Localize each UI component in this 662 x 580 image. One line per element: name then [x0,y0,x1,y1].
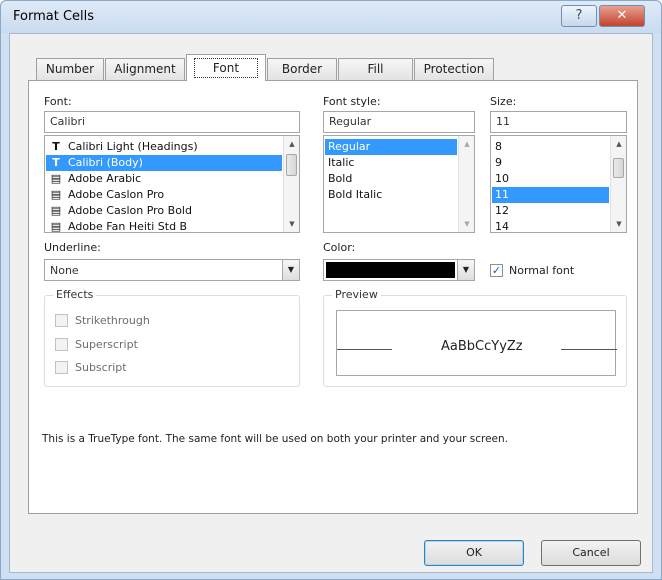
list-item[interactable]: 8 [492,139,609,155]
size-list[interactable]: 8 9 10 11 12 14 ▲ ▼ [490,135,627,233]
font-style-label: Font style: [323,95,381,108]
underline-label: Underline: [44,241,101,254]
scroll-up-icon[interactable]: ▲ [284,136,299,152]
tab-font[interactable]: Font [186,54,266,81]
scroll-up-icon[interactable]: ▲ [611,136,626,152]
color-picker[interactable]: ▼ [323,259,475,281]
chevron-down-icon[interactable]: ▼ [282,260,299,280]
scroll-down-icon[interactable]: ▼ [284,216,299,232]
help-button[interactable]: ? [561,5,597,27]
list-item[interactable]: Regular [325,139,457,155]
effects-title: Effects [53,288,97,301]
list-item[interactable]: 14 [492,219,609,232]
size-label: Size: [490,95,517,108]
list-item[interactable]: Bold [325,171,457,187]
color-swatch [326,262,455,278]
printer-font-icon: ▤ [50,188,62,201]
list-item[interactable]: 9 [492,155,609,171]
truetype-icon: T [52,140,60,153]
scroll-down-icon[interactable]: ▼ [459,216,474,232]
printer-font-icon: ▤ [50,172,62,185]
tab-border[interactable]: Border [267,58,337,80]
normal-font-checkbox[interactable]: ✓ [490,264,503,277]
printer-font-icon: ▤ [50,204,62,217]
printer-font-icon: ▤ [50,220,62,233]
close-icon: ✕ [616,8,628,23]
superscript-checkbox[interactable] [55,338,68,351]
chevron-down-icon[interactable]: ▼ [457,260,474,280]
tab-number[interactable]: Number [36,58,104,80]
font-style-scrollbar[interactable]: ▲ ▼ [458,136,474,232]
tab-alignment[interactable]: Alignment [105,58,185,80]
preview-baseline-left [337,349,392,350]
preview-group: Preview AaBbCcYyZz [323,288,627,387]
subscript-label: Subscript [75,361,127,374]
size-list-scrollbar[interactable]: ▲ ▼ [610,136,626,232]
close-button[interactable]: ✕ [599,5,645,27]
font-list-scrollbar[interactable]: ▲ ▼ [283,136,299,232]
strikethrough-checkbox[interactable] [55,314,68,327]
title-bar[interactable]: Format Cells ? ✕ [1,1,661,33]
help-icon: ? [575,8,583,23]
font-tab-panel: Font: Calibri T Calibri Light (Headings) … [28,80,638,514]
preview-box: AaBbCcYyZz [336,310,617,376]
preview-baseline-right [561,349,617,350]
preview-sample: AaBbCcYyZz [441,339,523,354]
list-item[interactable]: 11 [492,187,609,203]
ok-button[interactable]: OK [424,540,524,566]
underline-select[interactable]: None ▼ [44,259,300,281]
truetype-icon: T [52,156,60,169]
font-info-text: This is a TrueType font. The same font w… [42,433,508,445]
scroll-thumb[interactable] [286,154,297,176]
font-label: Font: [44,95,72,108]
scroll-thumb[interactable] [613,158,624,178]
tab-fill[interactable]: Fill [338,58,413,80]
list-item[interactable]: Italic [325,155,457,171]
dialog-title: Format Cells [13,9,95,24]
list-item[interactable]: ▤ Adobe Caslon Pro [46,187,282,203]
normal-font-label: Normal font [509,264,575,277]
dialog-body: Number Alignment Font Border Fill Protec… [9,33,653,573]
effects-group: Effects Strikethrough Superscript Subscr… [44,288,300,387]
preview-title: Preview [332,288,381,301]
list-item[interactable]: ▤ Adobe Caslon Pro Bold [46,203,282,219]
superscript-label: Superscript [75,338,138,351]
list-item[interactable]: Bold Italic [325,187,457,203]
list-item[interactable]: 12 [492,203,609,219]
list-item[interactable]: T Calibri Light (Headings) [46,139,282,155]
color-label: Color: [323,241,356,254]
subscript-checkbox[interactable] [55,361,68,374]
list-item[interactable]: T Calibri (Body) [46,155,282,171]
list-item[interactable]: 10 [492,171,609,187]
font-style-list[interactable]: Regular Italic Bold Bold Italic ▲ ▼ [323,135,475,233]
scroll-up-icon[interactable]: ▲ [459,136,474,152]
cancel-button[interactable]: Cancel [541,540,641,566]
list-item[interactable]: ▤ Adobe Arabic [46,171,282,187]
size-input[interactable]: 11 [490,111,627,133]
format-cells-dialog: Format Cells ? ✕ Number Alignment Font B… [0,0,662,580]
scroll-down-icon[interactable]: ▼ [611,216,626,232]
strikethrough-label: Strikethrough [75,314,150,327]
tab-protection[interactable]: Protection [414,58,494,80]
font-list[interactable]: T Calibri Light (Headings) T Calibri (Body… [44,135,300,233]
font-style-input[interactable]: Regular [323,111,475,133]
font-input[interactable]: Calibri [44,111,300,133]
list-item[interactable]: ▤ Adobe Fan Heiti Std B [46,219,282,233]
